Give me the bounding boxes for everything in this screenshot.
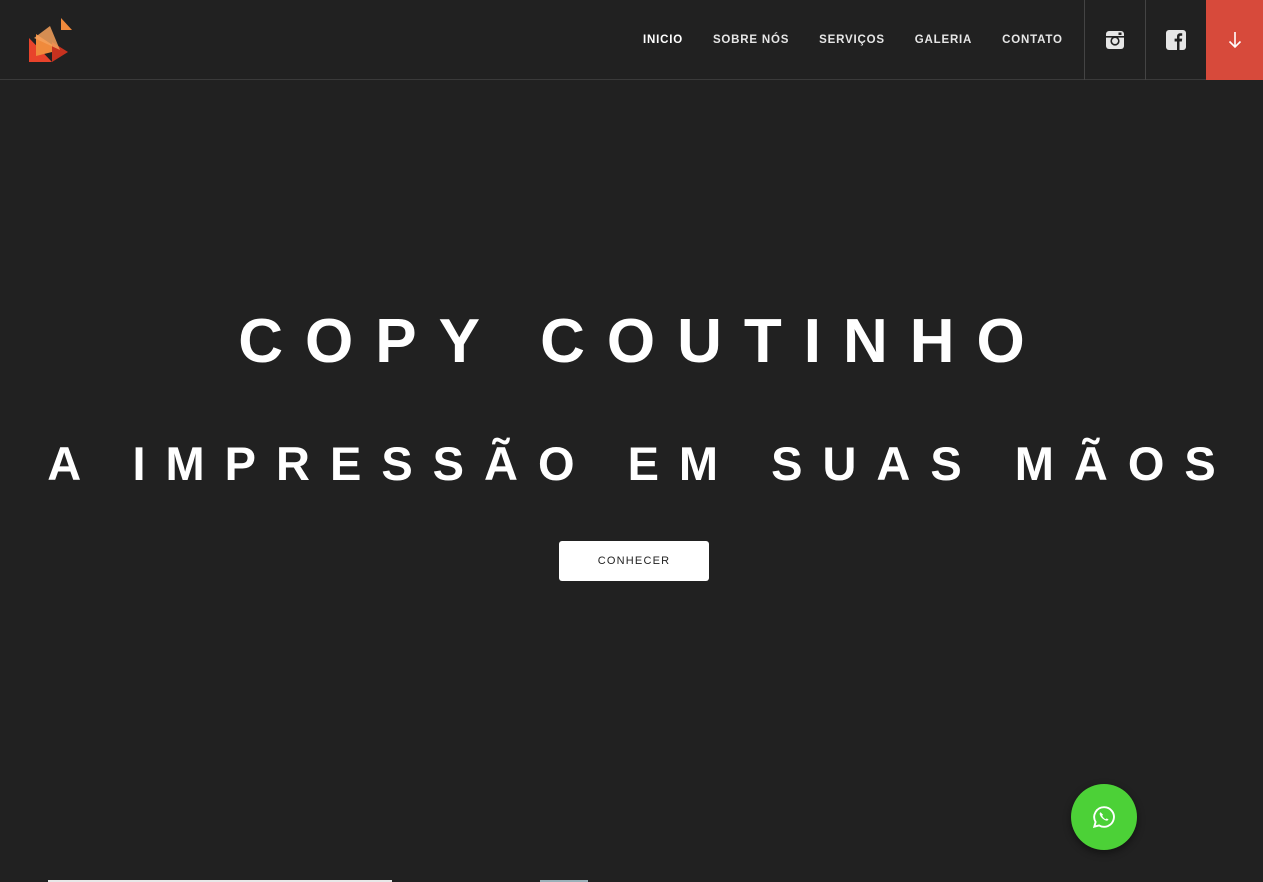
nav-item-galeria[interactable]: GALERIA	[915, 34, 972, 46]
nav-item-sobre-nos[interactable]: SOBRE NÓS	[713, 34, 789, 46]
scroll-down-button[interactable]	[1206, 0, 1263, 80]
nav-item-inicio[interactable]: INICIO	[643, 34, 683, 46]
main-nav: INICIO SOBRE NÓS SERVIÇOS GALERIA CONTAT…	[628, 0, 1078, 80]
conhecer-button[interactable]: CONHECER	[559, 541, 709, 581]
nav-item-contato[interactable]: CONTATO	[1002, 34, 1063, 46]
instagram-icon	[1106, 31, 1124, 49]
instagram-link[interactable]	[1084, 0, 1145, 80]
nav-item-servicos[interactable]: SERVIÇOS	[819, 34, 885, 46]
whatsapp-icon	[1092, 806, 1115, 829]
arrow-down-icon	[1228, 32, 1241, 49]
facebook-icon	[1166, 30, 1186, 50]
site-header: INICIO SOBRE NÓS SERVIÇOS GALERIA CONTAT…	[0, 0, 1263, 80]
logo-icon[interactable]	[28, 16, 72, 62]
hero-subtitle: A IMPRESSÃO EM SUAS MÃOS	[47, 437, 1236, 490]
facebook-link[interactable]	[1145, 0, 1206, 80]
whatsapp-button[interactable]	[1071, 784, 1137, 850]
hero-title: COPY COUTINHO	[238, 307, 1047, 376]
